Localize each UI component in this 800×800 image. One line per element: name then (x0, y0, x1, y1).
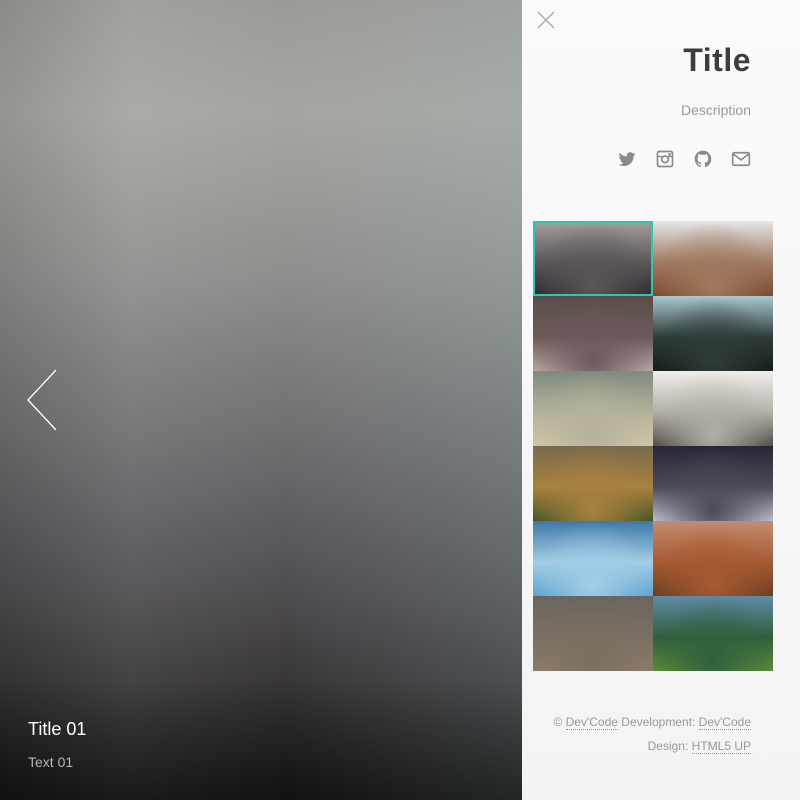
copyright-text: © (553, 715, 566, 729)
twitter-link[interactable] (616, 148, 638, 170)
twitter-icon (618, 152, 636, 166)
close-button[interactable] (536, 10, 556, 30)
panel-title: Title (683, 42, 751, 78)
instagram-icon (656, 150, 674, 168)
thumbnail-7[interactable] (533, 446, 653, 521)
instagram-link[interactable] (654, 148, 676, 170)
panel-description: Description (680, 102, 751, 118)
thumbnail-grid (533, 221, 773, 671)
developer-link[interactable]: Dev'Code (698, 715, 751, 730)
thumbnail-2[interactable] (653, 221, 773, 296)
caption-title: Title 01 (28, 719, 87, 739)
caption-text: Text 01 (28, 754, 74, 770)
thumbnail-4[interactable] (653, 296, 773, 371)
development-label: Development: (617, 715, 699, 729)
side-panel: Title Description © Dev'Code Development… (522, 0, 800, 800)
thumbnail-12[interactable] (653, 596, 773, 671)
chevron-left-icon (27, 369, 57, 431)
thumbnail-10[interactable] (653, 521, 773, 596)
close-icon (537, 11, 555, 29)
design-line: Design: HTML5 UP (553, 734, 751, 758)
thumbnail-6[interactable] (653, 371, 773, 446)
thumbnail-9[interactable] (533, 521, 653, 596)
design-label: Design: (647, 739, 692, 753)
design-link[interactable]: HTML5 UP (691, 739, 751, 754)
email-link[interactable] (730, 148, 752, 170)
prev-arrow-button[interactable] (22, 368, 64, 432)
envelope-icon (731, 151, 751, 167)
thumbnail-5[interactable] (533, 371, 653, 446)
credits-line: © Dev'Code Development: Dev'Code (553, 710, 751, 734)
thumbnail-8[interactable] (653, 446, 773, 521)
image-viewer: Title 01 Text 01 (0, 0, 522, 800)
caption: Title 01 Text 01 (28, 719, 86, 770)
github-link[interactable] (692, 148, 714, 170)
footer: © Dev'Code Development: Dev'Code Design:… (553, 710, 751, 758)
thumbnail-1[interactable] (533, 221, 653, 296)
thumbnail-3[interactable] (533, 296, 653, 371)
thumbnail-11[interactable] (533, 596, 653, 671)
brand-link[interactable]: Dev'Code (565, 715, 618, 730)
social-icons (616, 148, 752, 170)
github-icon (694, 150, 712, 168)
